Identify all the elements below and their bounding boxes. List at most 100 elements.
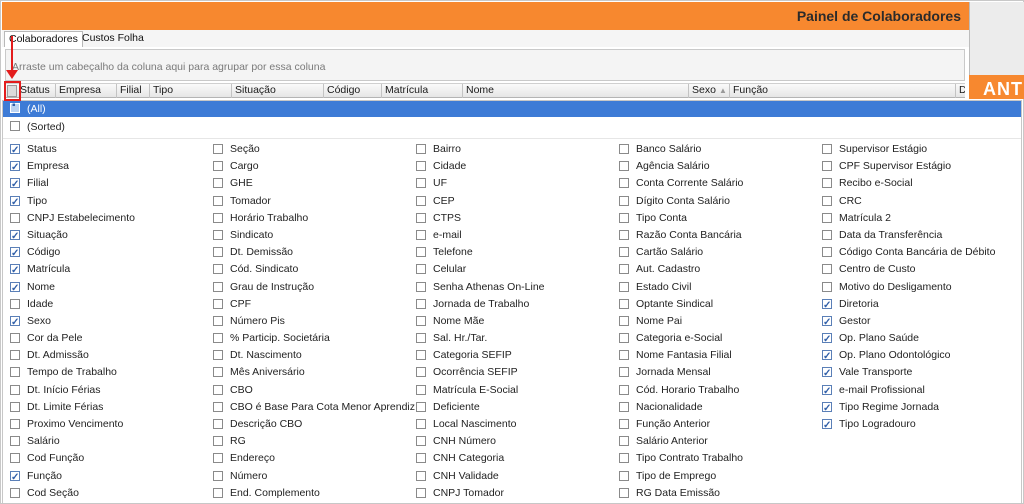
column-option[interactable]: Tipo Conta — [612, 210, 815, 227]
tab-colaboradores[interactable]: Colaboradores — [4, 31, 83, 47]
column-option[interactable]: Tipo de Emprego — [612, 468, 815, 485]
tab-custos-folha[interactable]: Custos Folha — [78, 31, 148, 47]
column-option[interactable]: Matrícula 2 — [815, 210, 1018, 227]
checkbox[interactable] — [416, 333, 426, 344]
checkbox[interactable] — [822, 314, 832, 331]
checkbox[interactable] — [822, 144, 832, 154]
column-option[interactable]: Tomador — [206, 193, 409, 210]
column-option[interactable]: Dt. Demissão — [206, 244, 409, 261]
checkbox[interactable] — [619, 195, 629, 206]
column-option[interactable]: Empresa — [3, 158, 206, 176]
column-option[interactable]: Jornada de Trabalho — [409, 296, 612, 313]
checkbox[interactable] — [619, 419, 629, 429]
column-option[interactable]: CBO — [206, 382, 409, 399]
column-option[interactable]: Op. Plano Odontológico — [815, 347, 1018, 365]
checkbox[interactable] — [10, 436, 20, 447]
checkbox[interactable] — [213, 333, 223, 344]
checkbox[interactable] — [619, 264, 629, 275]
column-option[interactable]: Nome Mãe — [409, 313, 612, 330]
checkbox[interactable] — [822, 212, 832, 223]
option-all[interactable]: (All) — [3, 100, 1021, 117]
column-option[interactable]: Cargo — [206, 158, 409, 175]
column-option[interactable]: CPF Supervisor Estágio — [815, 158, 1018, 175]
checkbox[interactable] — [10, 194, 20, 211]
column-option[interactable]: Sexo — [3, 313, 206, 331]
checkbox[interactable] — [416, 247, 426, 258]
column-option[interactable]: Cód. Horario Trabalho — [612, 382, 815, 399]
checkbox[interactable] — [619, 333, 629, 344]
checkbox[interactable] — [822, 229, 832, 240]
column-option[interactable]: Supervisor Estágio — [815, 141, 1018, 158]
column-option[interactable]: Optante Sindical — [612, 296, 815, 313]
checkbox[interactable] — [619, 367, 629, 378]
checkbox[interactable] — [416, 401, 426, 412]
checkbox[interactable] — [10, 298, 20, 309]
checkbox[interactable] — [10, 419, 20, 429]
checkbox[interactable] — [10, 384, 20, 395]
checkbox[interactable] — [822, 383, 832, 400]
column-option[interactable]: CRC — [815, 193, 1018, 210]
column-option[interactable]: Banco Salário — [612, 141, 815, 158]
column-option[interactable]: Salário Anterior — [612, 433, 815, 450]
checkbox[interactable] — [10, 142, 20, 159]
checkbox[interactable] — [213, 401, 223, 412]
column-option[interactable]: Nacionalidade — [612, 399, 815, 416]
column-option[interactable]: Endereço — [206, 450, 409, 467]
checkbox[interactable] — [416, 315, 426, 326]
checkbox[interactable] — [10, 350, 20, 361]
col-header-tipo[interactable]: Tipo — [150, 84, 232, 98]
checkbox[interactable] — [213, 161, 223, 172]
column-option[interactable]: CNPJ Estabelecimento — [3, 210, 206, 227]
column-option[interactable]: Cartão Salário — [612, 244, 815, 261]
checkbox[interactable] — [822, 400, 832, 417]
checkbox[interactable] — [416, 264, 426, 275]
column-option[interactable]: Cidade — [409, 158, 612, 175]
column-option[interactable]: Dt. Limite Férias — [3, 399, 206, 416]
checkbox[interactable] — [10, 314, 20, 331]
column-option[interactable]: Tipo Regime Jornada — [815, 399, 1018, 417]
checkbox[interactable] — [416, 161, 426, 172]
col-header-empresa[interactable]: Empresa — [56, 84, 117, 98]
checkbox[interactable] — [416, 212, 426, 223]
column-option[interactable]: Sal. Hr./Tar. — [409, 330, 612, 347]
column-option[interactable]: Conta Corrente Salário — [612, 175, 815, 192]
checkbox[interactable] — [619, 350, 629, 361]
column-option[interactable]: End. Complemento — [206, 485, 409, 502]
checkbox[interactable] — [213, 281, 223, 292]
checkbox[interactable] — [416, 384, 426, 395]
column-option[interactable]: % Particip. Societária — [206, 330, 409, 347]
column-option[interactable]: Idade — [3, 296, 206, 313]
column-option[interactable]: Descrição CBO — [206, 416, 409, 433]
checkbox[interactable] — [213, 436, 223, 447]
checkbox[interactable] — [822, 264, 832, 275]
checkbox[interactable] — [213, 247, 223, 258]
checkbox[interactable] — [822, 195, 832, 206]
checkbox[interactable] — [416, 281, 426, 292]
checkbox[interactable] — [822, 161, 832, 172]
column-option[interactable]: UF — [409, 175, 612, 192]
column-option[interactable]: Proximo Vencimento — [3, 416, 206, 433]
column-option[interactable]: Razão Conta Bancária — [612, 227, 815, 244]
column-option[interactable]: CNH Número — [409, 433, 612, 450]
checkbox[interactable] — [416, 436, 426, 447]
column-option[interactable]: e-mail Profissional — [815, 382, 1018, 400]
col-header-funcao[interactable]: Função — [730, 84, 956, 98]
column-option[interactable]: Jornada Mensal — [612, 364, 815, 381]
col-header-sexo[interactable]: Sexo ▲ — [689, 84, 730, 98]
column-option[interactable]: Status — [3, 141, 206, 159]
column-option[interactable]: Celular — [409, 261, 612, 278]
checkbox[interactable] — [619, 298, 629, 309]
column-option[interactable]: Local Nascimento — [409, 416, 612, 433]
checkbox[interactable] — [619, 281, 629, 292]
column-option[interactable]: Seção — [206, 141, 409, 158]
column-option[interactable]: Função — [3, 468, 206, 486]
checkbox[interactable] — [822, 348, 832, 365]
checkbox[interactable] — [822, 297, 832, 314]
checkbox[interactable] — [10, 487, 20, 498]
column-option[interactable]: Situação — [3, 227, 206, 245]
col-header-situacao[interactable]: Situação — [232, 84, 324, 98]
checkbox[interactable] — [416, 195, 426, 206]
column-option[interactable]: Nome — [3, 279, 206, 297]
checkbox[interactable] — [619, 384, 629, 395]
checkbox[interactable] — [10, 333, 20, 344]
